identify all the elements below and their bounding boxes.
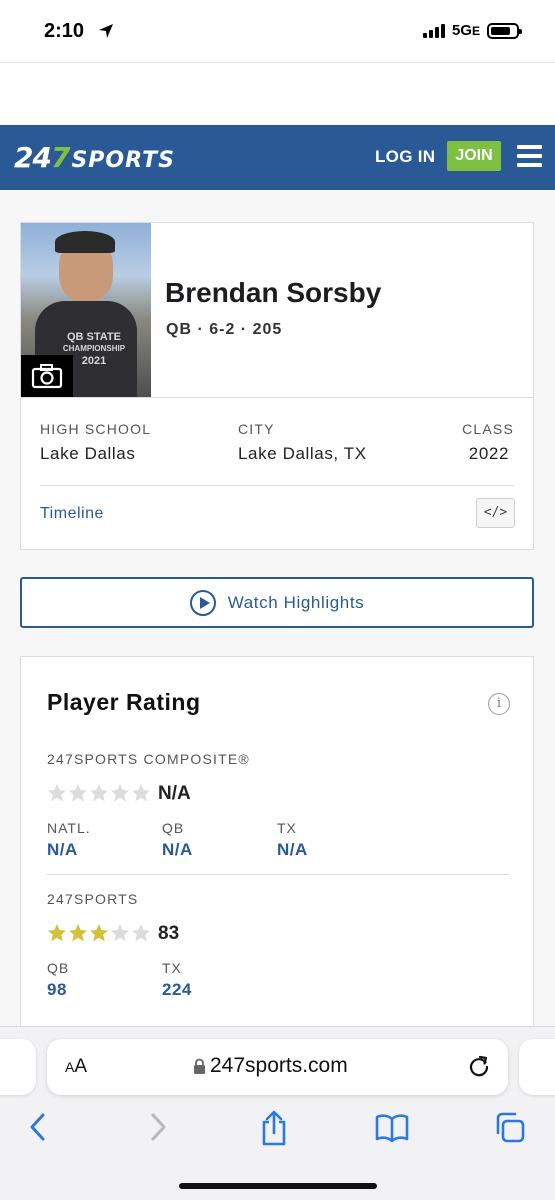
tabs-icon[interactable] xyxy=(494,1109,528,1145)
divider xyxy=(0,62,555,63)
url-text[interactable]: 247sports.com xyxy=(210,1054,348,1078)
login-link[interactable]: LOG IN xyxy=(375,147,435,167)
composite-rank-value-natl[interactable]: N/A xyxy=(47,840,78,860)
timeline-link[interactable]: Timeline xyxy=(40,505,104,523)
star-empty-icon xyxy=(132,784,150,802)
join-button[interactable]: JOIN xyxy=(447,141,501,171)
play-circle-icon xyxy=(189,589,216,616)
composite-rank-label-state: TX xyxy=(277,820,297,836)
status-time: 2:10 xyxy=(44,20,85,42)
player-rating-card: Player Rating i 247SPORTS COMPOSITE® N/A… xyxy=(20,656,534,1046)
watch-highlights-button[interactable]: Watch Highlights xyxy=(20,577,534,628)
divider xyxy=(40,485,514,486)
location-arrow-icon xyxy=(99,24,113,38)
composite-label: 247SPORTS COMPOSITE® xyxy=(47,751,250,767)
star-empty-icon xyxy=(69,784,87,802)
star-empty-icon xyxy=(111,784,129,802)
camera-icon xyxy=(31,364,63,389)
star-filled-icon xyxy=(69,924,87,942)
composite-rank-value-position[interactable]: N/A xyxy=(162,840,193,860)
sports247-score: 83 xyxy=(158,923,180,944)
composite-score: N/A xyxy=(158,783,191,804)
sports247-rank-label-state: TX xyxy=(162,960,182,976)
composite-rank-value-state[interactable]: N/A xyxy=(277,840,308,860)
browser-toolbar xyxy=(0,1109,555,1149)
forward-icon[interactable] xyxy=(146,1109,170,1145)
info-icon[interactable]: i xyxy=(488,693,510,715)
home-indicator xyxy=(179,1183,377,1189)
high-school-value: Lake Dallas xyxy=(40,444,136,463)
browser-bottom-bar: AA 247sports.com xyxy=(0,1026,555,1200)
signal-icon xyxy=(422,23,445,38)
previous-tab-preview[interactable] xyxy=(0,1039,36,1095)
divider xyxy=(21,397,533,398)
camera-button[interactable] xyxy=(21,355,73,397)
player-profile-card: QB STATE CHAMPIONSHIP 2021 Brendan Sorsb… xyxy=(20,222,534,550)
lock-icon xyxy=(194,1058,205,1074)
composite-stars xyxy=(47,783,151,803)
reload-icon[interactable] xyxy=(467,1054,491,1078)
composite-rank-label-position: QB xyxy=(162,820,185,836)
class-value: 2022 xyxy=(468,444,509,463)
share-icon[interactable] xyxy=(258,1109,290,1147)
player-name: Brendan Sorsby xyxy=(165,277,382,308)
menu-icon[interactable] xyxy=(517,145,542,167)
watch-highlights-label: Watch Highlights xyxy=(227,592,365,612)
star-empty-icon xyxy=(90,784,108,802)
battery-icon xyxy=(487,22,522,39)
city-label: CITY xyxy=(238,421,275,437)
divider xyxy=(47,874,509,875)
address-bar[interactable]: AA 247sports.com xyxy=(47,1039,508,1095)
sports247-rank-value-state[interactable]: 224 xyxy=(162,980,192,1000)
star-empty-icon xyxy=(132,924,150,942)
next-tab-preview[interactable] xyxy=(519,1039,555,1095)
high-school-label: HIGH SCHOOL xyxy=(40,421,152,437)
network-label: 5GE xyxy=(451,22,480,39)
composite-rank-label-natl: NATL. xyxy=(47,820,91,836)
class-label: CLASS xyxy=(462,421,514,437)
bookmarks-icon[interactable] xyxy=(374,1109,410,1145)
star-empty-icon xyxy=(111,924,129,942)
city-value: Lake Dallas, TX xyxy=(238,444,367,463)
page-settings-button[interactable]: AA xyxy=(65,1056,87,1078)
sports247-rank-label-position: QB xyxy=(47,960,70,976)
sports247-stars xyxy=(47,923,151,943)
site-logo[interactable]: 247 SPORTS xyxy=(14,141,175,174)
status-bar: 2:10 5GE xyxy=(0,0,555,62)
sports247-rank-value-position[interactable]: 98 xyxy=(47,980,67,1000)
embed-code-button[interactable]: </> xyxy=(476,498,515,528)
star-empty-icon xyxy=(48,784,66,802)
back-icon[interactable] xyxy=(26,1109,50,1145)
star-filled-icon xyxy=(90,924,108,942)
player-position-height-weight: QB · 6-2 · 205 xyxy=(166,321,283,338)
sports247-label: 247SPORTS xyxy=(47,891,139,907)
rating-title: Player Rating xyxy=(47,689,201,715)
star-filled-icon xyxy=(48,924,66,942)
site-header: 247 SPORTS LOG IN JOIN xyxy=(0,125,555,190)
